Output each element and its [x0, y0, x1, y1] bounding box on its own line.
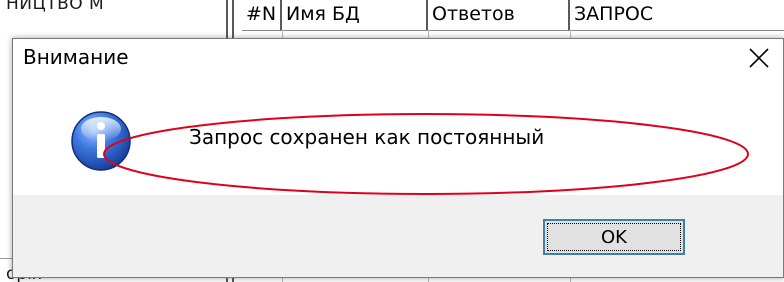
close-button[interactable]: [741, 41, 777, 75]
close-icon: [749, 48, 769, 68]
column-header-db-name[interactable]: Имя БД: [282, 0, 428, 30]
column-header-answers[interactable]: Ответов: [428, 0, 570, 30]
info-icon: [71, 111, 131, 171]
dialog-titlebar[interactable]: Внимание: [13, 39, 783, 81]
attention-dialog: Внимание Запрос сохранен как постоянный …: [12, 38, 784, 278]
red-highlight-ellipse: [103, 113, 749, 195]
results-table-header: #N Имя БД Ответов ЗАПРОС: [242, 0, 784, 31]
screen: НИЦТВО М орія #N Имя БД Ответов ЗАПРОС В…: [0, 0, 784, 282]
column-header-number[interactable]: #N: [242, 0, 282, 30]
ok-button[interactable]: OK: [543, 219, 685, 255]
dialog-message: Запрос сохранен как постоянный: [189, 125, 545, 149]
left-panel-header-text: НИЦТВО М: [6, 0, 105, 14]
ok-button-label: OK: [601, 226, 627, 248]
dialog-footer: OK: [13, 195, 783, 277]
column-header-query[interactable]: ЗАПРОС: [570, 0, 784, 30]
dialog-title: Внимание: [23, 45, 129, 69]
dialog-body: Запрос сохранен как постоянный: [13, 81, 783, 195]
